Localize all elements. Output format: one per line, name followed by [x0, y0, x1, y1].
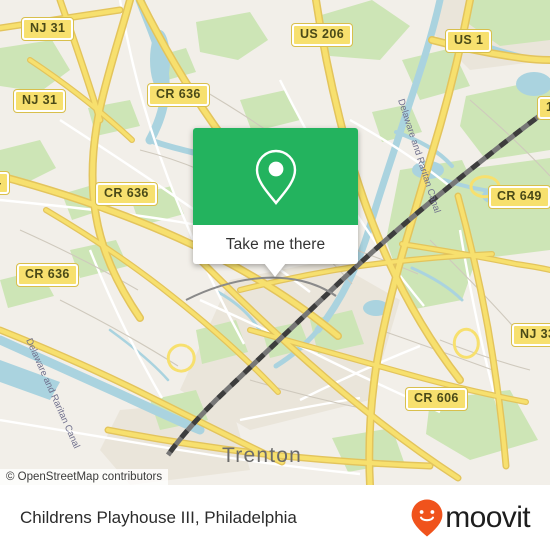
road-shield[interactable]: CR 649 [489, 186, 550, 208]
road-shield-label: US 1 [446, 30, 492, 52]
place-label-trenton: Trenton [222, 444, 302, 467]
popup-tail [264, 263, 286, 277]
road-shield-label: CR 636 [148, 84, 209, 106]
moovit-logo[interactable]: moovit [410, 498, 531, 538]
road-shield-label: 1 [538, 97, 550, 119]
road-shield-label: CR 649 [489, 186, 550, 208]
road-shield[interactable]: NJ 33 [512, 324, 550, 346]
road-shield[interactable]: CR 636 [17, 264, 78, 286]
footer-bar: Childrens Playhouse III, Philadelphia mo… [0, 485, 550, 550]
map-attribution[interactable]: © OpenStreetMap contributors [0, 469, 169, 485]
map-screenshot: Trenton Delaware and Raritan Canal Delaw… [0, 0, 550, 550]
road-shield[interactable]: CR 636 [148, 84, 209, 106]
road-shield-label: CR 636 [96, 183, 157, 205]
road-shield-label: US 206 [292, 24, 353, 46]
road-shield-clipped[interactable]: 4 [0, 172, 10, 194]
road-shield-label: 4 [0, 172, 10, 194]
map-place-labels: Trenton [222, 444, 302, 467]
road-shield[interactable]: US 206 [292, 24, 353, 46]
moovit-pin-icon [411, 499, 443, 536]
take-me-there-label: Take me there [225, 235, 326, 253]
road-shield-label: NJ 31 [14, 90, 66, 112]
take-me-there-button[interactable]: Take me there [193, 225, 358, 264]
road-shield-label: CR 606 [406, 388, 467, 410]
road-shield-label: NJ 33 [512, 324, 550, 346]
road-shield[interactable]: NJ 31 [14, 90, 66, 112]
map-canvas[interactable]: Trenton Delaware and Raritan Canal Delaw… [0, 0, 550, 485]
page-title: Childrens Playhouse III, Philadelphia [20, 507, 297, 527]
map-pin-icon [255, 149, 296, 205]
road-shield[interactable]: NJ 31 [22, 18, 74, 40]
moovit-wordmark: moovit [445, 500, 530, 534]
road-shield-clipped[interactable]: 1 [538, 97, 550, 119]
road-shield[interactable]: CR 606 [406, 388, 467, 410]
attribution-text: © OpenStreetMap contributors [6, 471, 163, 483]
road-shield-label: CR 636 [17, 264, 78, 286]
road-shield[interactable]: US 1 [446, 30, 492, 52]
popup-header [193, 128, 358, 225]
road-shield[interactable]: CR 636 [96, 183, 157, 205]
road-shield-label: NJ 31 [22, 18, 74, 40]
location-popup[interactable]: Take me there [193, 128, 358, 277]
